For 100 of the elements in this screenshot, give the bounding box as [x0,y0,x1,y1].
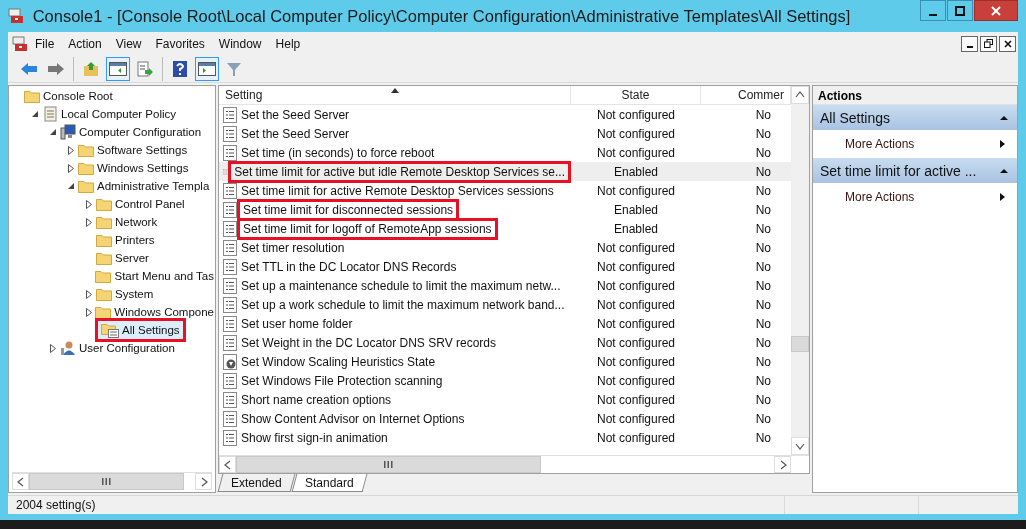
column-header[interactable]: State [571,86,701,104]
collapsed-triangle-icon[interactable] [86,289,92,299]
restore-button[interactable] [980,35,997,52]
table-row[interactable]: Set timer resolution Not configured No [219,238,791,257]
comment-cell-text: No [754,259,771,274]
state-cell-text: Not configured [595,145,676,160]
close-button[interactable] [999,35,1016,52]
tree-item[interactable]: Local Computer Policy [41,105,178,123]
table-row[interactable]: Set time limit for disconnected sessions Enabled No [219,200,791,219]
collapsed-triangle-icon[interactable] [85,307,92,317]
action-section-header[interactable]: Set time limit for active ... [813,158,1017,183]
scroll-down-button[interactable] [791,437,809,455]
expanded-triangle-icon[interactable] [49,128,57,136]
setting-page-icon [223,315,237,332]
state-cell-text: Not configured [595,183,676,198]
menu-item[interactable]: Favorites [148,34,212,53]
table-row[interactable]: Set time limit for active Remote Desktop Services sessions Not configured No [219,181,791,200]
table-row[interactable]: Set Window Scaling Heuristics State Not configured No [219,352,791,371]
action-item[interactable]: More Actions [813,130,1017,158]
table-row[interactable]: Set Windows File Protection scanning Not configured No [219,371,791,390]
comment-cell-text: No [754,202,771,217]
scroll-thumb[interactable] [791,336,809,352]
scroll-right-button[interactable] [774,456,791,473]
toolbar-button[interactable] [195,56,219,81]
state-cell-text: Not configured [595,297,676,312]
collapsed-triangle-icon[interactable] [68,145,74,155]
collapsed-triangle-icon[interactable] [86,217,92,227]
collapsed-triangle-icon[interactable] [86,199,92,209]
horizontal-scrollbar[interactable] [219,455,809,473]
table-row[interactable]: Set up a maintenance schedule to limit the maximum netw... Not configured No [219,276,791,295]
tree-item[interactable]: Server [95,249,150,267]
collapsed-triangle-icon[interactable] [50,343,56,353]
scroll-left-button[interactable] [219,456,236,473]
scroll-thumb[interactable] [236,456,541,473]
scroll-thumb[interactable] [29,473,184,490]
table-row[interactable]: Set time (in seconds) to force reboot Not configured No [219,143,791,162]
section-title: All Settings [820,109,891,126]
table-row[interactable]: Set TTL in the DC Locator DNS Records Not configured No [219,257,791,276]
table-row[interactable]: Set time limit for active but idle Remote Desktop Services se... Enabled No [219,162,791,181]
scroll-right-button[interactable] [195,473,212,490]
collapsed-triangle-icon[interactable] [68,163,74,173]
close-icon [991,5,1001,16]
state-cell-text: Not configured [595,335,676,350]
comment-cell-text: No [754,411,771,426]
menu-item[interactable]: View [108,34,149,53]
comment-cell-text: No [754,316,771,331]
table-row[interactable]: Show first sign-in animation Not configured No [219,428,791,447]
folder-icon [78,143,94,157]
expanded-triangle-icon[interactable] [67,182,75,190]
tree-item[interactable]: System [95,285,155,303]
table-row[interactable]: Set up a work schedule to limit the maximum network band... Not configured No [219,295,791,314]
grip-icon [384,461,393,468]
filter-icon [226,60,242,77]
tree-item[interactable]: User Configuration [59,339,176,357]
tree-item[interactable]: Start Menu and Tas [94,267,215,285]
menu-item[interactable]: File [28,34,62,53]
view-tab[interactable]: Extended [217,474,296,492]
minimize-button[interactable] [961,35,978,52]
menu-item[interactable]: Action [61,34,109,53]
comment-cell-text: No [754,297,771,312]
minimize-button[interactable] [920,0,946,21]
tree-item[interactable]: Windows Compone [94,303,215,321]
scroll-left-button[interactable] [12,473,29,490]
menu-item[interactable]: Help [268,34,308,53]
table-row[interactable]: Set Weight in the DC Locator DNS SRV records Not configured No [219,333,791,352]
state-cell-text: Not configured [595,126,676,141]
toolbar-button[interactable] [106,56,130,81]
tree-item[interactable]: Computer Configuration [59,123,203,141]
action-section-header[interactable]: All Settings [813,105,1017,130]
table-row[interactable]: Set the Seed Server Not configured No [219,105,791,124]
comment-cell-text: No [754,145,771,160]
setting-name: Set timer resolution [240,240,346,255]
tree-item[interactable]: Printers [95,231,156,249]
setting-name: Show Content Advisor on Internet Options [240,411,466,426]
vertical-scrollbar[interactable] [791,86,809,455]
table-row[interactable]: Set time limit for logoff of RemoteApp sessions Enabled No [219,219,791,238]
expanded-triangle-icon[interactable] [31,110,39,118]
scroll-up-button[interactable] [791,86,809,104]
pane-right-icon [198,61,216,76]
tree-item[interactable]: Administrative Templa [77,177,211,195]
horizontal-scrollbar[interactable] [12,472,212,490]
table-row[interactable]: Show Content Advisor on Internet Options Not configured No [219,409,791,428]
tree-item[interactable]: Windows Settings [77,159,190,177]
menu-item[interactable]: Window [211,34,269,53]
table-row[interactable]: Set the Seed Server Not configured No [219,124,791,143]
column-header[interactable]: Setting [219,86,571,104]
setting-name: Set time limit for logoff of RemoteApp sessions [237,217,498,240]
maximize-button[interactable] [947,0,973,21]
table-row[interactable]: Short name creation options Not configured No [219,390,791,409]
action-item[interactable]: More Actions [813,183,1017,211]
setting-page-icon [223,201,237,218]
tree-item[interactable]: Control Panel [95,195,186,213]
tree-item[interactable]: Software Settings [77,141,189,159]
view-tab[interactable]: Standard [291,474,367,492]
folder-icon [96,287,112,301]
setting-name: Set time limit for disconnected sessions [237,198,460,221]
table-row[interactable]: Set user home folder Not configured No [219,314,791,333]
tree-item[interactable]: Network [95,213,159,231]
tree-item[interactable]: Console Root [23,87,114,105]
tree-item[interactable]: All Settings [95,318,186,342]
